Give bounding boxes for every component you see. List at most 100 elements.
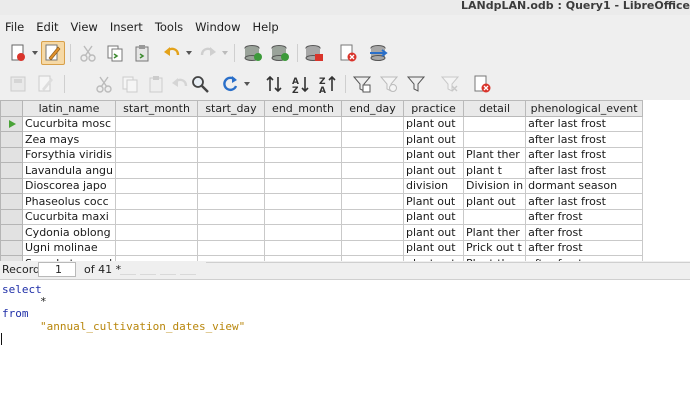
table-cell[interactable] [264, 162, 343, 179]
menu-window[interactable]: Window [189, 20, 246, 34]
table-cell[interactable] [341, 239, 405, 256]
table-cell[interactable]: Forsythia viridis [21, 146, 117, 163]
table-cell[interactable]: Dioscorea japo [21, 177, 117, 194]
table-cell[interactable]: Cucurbita mosc [21, 115, 117, 132]
table-cell[interactable]: after last frost [525, 162, 644, 179]
close-red-icon[interactable] [336, 41, 360, 65]
table-cell[interactable]: plant out [403, 162, 465, 179]
table-cell[interactable]: after frost [525, 224, 644, 241]
horizontal-scrollbar[interactable] [206, 262, 690, 263]
table-cell[interactable]: after frost [525, 239, 644, 256]
menu-edit[interactable]: Edit [30, 20, 64, 34]
find-record-icon[interactable] [188, 72, 212, 96]
column-header[interactable]: practice [403, 100, 465, 117]
row-header[interactable] [0, 193, 23, 210]
autofilter-icon[interactable] [350, 72, 374, 96]
table-cell[interactable] [197, 193, 266, 210]
table-cell[interactable] [197, 224, 266, 241]
table-cell[interactable] [197, 208, 266, 225]
table-row[interactable]: Ugni molinae plant out Prick out t after fr… [0, 239, 644, 256]
table-cell[interactable]: plant out [463, 193, 527, 210]
table-row[interactable]: Phaseolus cocc Plant out plant out after la… [0, 193, 644, 210]
column-header[interactable]: start_month [115, 100, 199, 117]
table-cell[interactable] [115, 208, 199, 225]
apply-filter-icon[interactable] [404, 72, 428, 96]
edit-data-icon[interactable] [34, 72, 58, 96]
table-cell[interactable] [115, 239, 199, 256]
copy-icon[interactable] [103, 41, 127, 65]
data-grid[interactable]: latin_name start_month start_day end_mon… [0, 100, 690, 261]
table-cell[interactable]: Plant ther [463, 224, 527, 241]
table-cell[interactable] [115, 162, 199, 179]
table-cell[interactable] [463, 131, 527, 148]
reset-filter-icon[interactable] [438, 72, 462, 96]
clear-query-icon[interactable] [268, 41, 292, 65]
table-cell[interactable] [264, 146, 343, 163]
table-cell[interactable] [341, 131, 405, 148]
table-cell[interactable] [197, 162, 266, 179]
table-cell[interactable] [197, 239, 266, 256]
table-cell[interactable]: plant out [403, 115, 465, 132]
next-record-icon[interactable] [160, 264, 176, 275]
row-header[interactable] [0, 131, 23, 148]
table-cell[interactable] [341, 162, 405, 179]
table-cell[interactable]: plant out [403, 131, 465, 148]
sort-icon[interactable] [262, 72, 286, 96]
table-cell[interactable] [197, 177, 266, 194]
table-cell[interactable]: division [403, 177, 465, 194]
row-header[interactable] [0, 208, 23, 225]
cut-icon[interactable] [76, 41, 100, 65]
table-cell[interactable] [197, 146, 266, 163]
row-header[interactable] [0, 239, 23, 256]
table-cell[interactable]: after last frost [525, 146, 644, 163]
cut-record-icon[interactable] [92, 72, 116, 96]
table-cell[interactable] [197, 115, 266, 132]
run-query-icon[interactable] [241, 41, 265, 65]
corner-cell[interactable] [0, 100, 23, 117]
table-cell[interactable] [115, 131, 199, 148]
edit-pencil-icon[interactable] [41, 41, 65, 65]
table-query-icon[interactable] [302, 41, 326, 65]
table-cell[interactable]: plant out [403, 208, 465, 225]
table-cell[interactable] [341, 177, 405, 194]
table-cell[interactable] [264, 131, 343, 148]
table-cell[interactable]: after last frost [525, 193, 644, 210]
table-cell[interactable]: dormant season [525, 177, 644, 194]
menu-tools[interactable]: Tools [149, 20, 189, 34]
table-cell[interactable] [115, 177, 199, 194]
table-cell[interactable] [264, 224, 343, 241]
table-cell[interactable] [115, 146, 199, 163]
save-record-icon[interactable] [6, 72, 30, 96]
table-row[interactable]: Zea mays plant out after last frost [0, 131, 644, 148]
table-cell[interactable] [197, 131, 266, 148]
sort-ascending-icon[interactable]: AZ [289, 72, 313, 96]
paste-icon[interactable] [130, 41, 154, 65]
menu-file[interactable]: File [0, 20, 30, 34]
table-cell[interactable] [264, 115, 343, 132]
undo-icon[interactable] [160, 41, 184, 65]
table-cell[interactable] [341, 224, 405, 241]
table-cell[interactable] [264, 177, 343, 194]
copy-record-icon[interactable] [118, 72, 142, 96]
table-row[interactable]: Cucurbita mosc plant out after last frost [0, 115, 644, 132]
column-header[interactable]: phenological_event [525, 100, 644, 117]
row-header[interactable] [0, 177, 23, 194]
menu-insert[interactable]: Insert [104, 20, 149, 34]
column-header[interactable]: latin_name [21, 100, 117, 117]
table-cell[interactable] [341, 193, 405, 210]
table-cell[interactable]: after frost [525, 208, 644, 225]
sql-editor[interactable]: select * from "annual_cultivation_dates_… [0, 280, 690, 419]
table-row[interactable]: Forsythia viridis plant out Plant ther afte… [0, 146, 644, 163]
table-cell[interactable]: Plant ther [463, 146, 527, 163]
table-cell[interactable]: Cucurbita maxi [21, 208, 117, 225]
table-cell[interactable]: Division in [463, 177, 527, 194]
refresh-icon[interactable] [218, 72, 242, 96]
table-cell[interactable] [264, 239, 343, 256]
table-cell[interactable]: Ugni molinae [21, 239, 117, 256]
table-cell[interactable] [264, 193, 343, 210]
row-header[interactable] [0, 146, 23, 163]
column-header[interactable]: end_month [264, 100, 343, 117]
column-header[interactable]: detail [463, 100, 527, 117]
sort-descending-icon[interactable]: ZA [316, 72, 340, 96]
row-header[interactable] [0, 162, 23, 179]
